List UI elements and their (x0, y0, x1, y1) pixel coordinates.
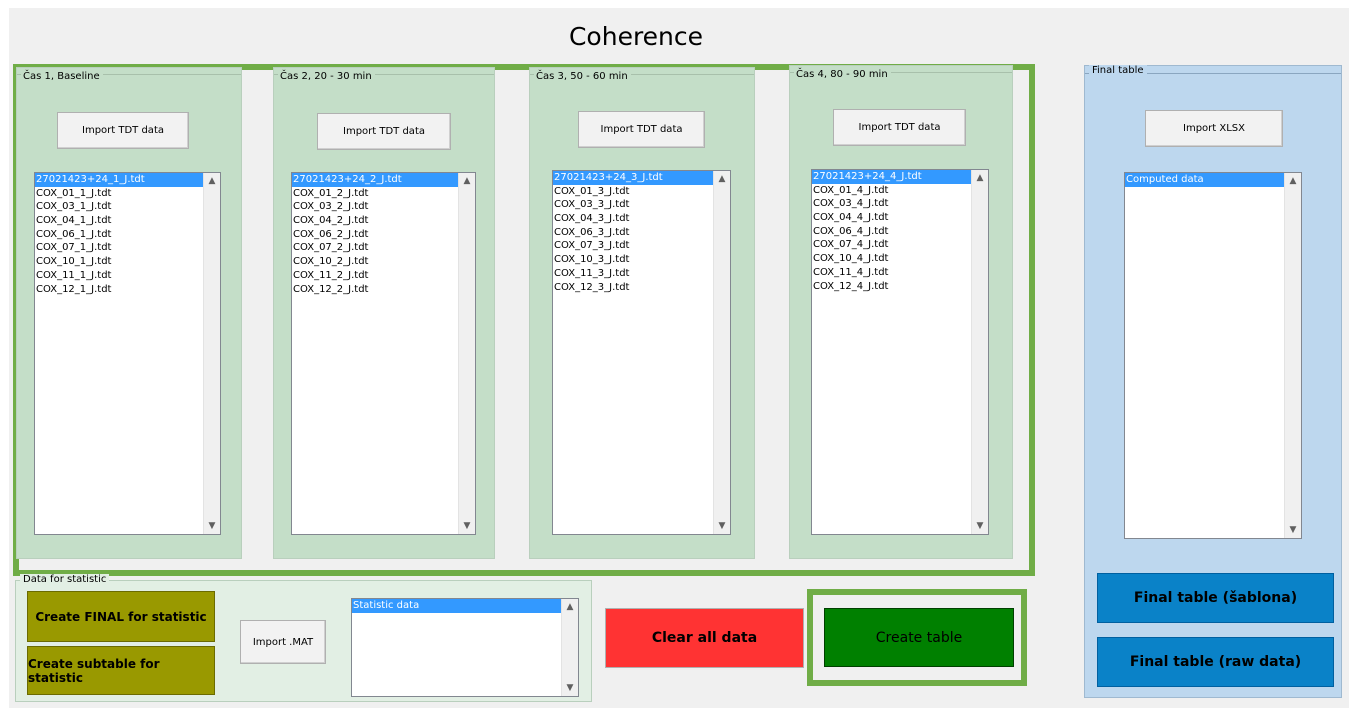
list-item[interactable]: COX_12_3_J.tdt (553, 281, 713, 295)
create-subtable-statistic-button[interactable]: Create subtable for statistic (27, 646, 215, 695)
group-label: Čas 4, 80 - 90 min (794, 69, 891, 81)
list-item[interactable]: COX_11_4_J.tdt (812, 266, 971, 280)
statistic-panel: Data for statistic Create FINAL for stat… (15, 574, 592, 702)
group-cas-1: Čas 1, Baseline Import TDT data 27021423… (16, 67, 242, 559)
list-item[interactable]: COX_01_4_J.tdt (812, 184, 971, 198)
list-item[interactable]: COX_11_2_J.tdt (292, 269, 458, 283)
chevron-down-icon[interactable]: ▼ (204, 519, 220, 533)
list-item[interactable]: COX_11_1_J.tdt (35, 269, 203, 283)
list-item[interactable]: COX_03_2_J.tdt (292, 200, 458, 214)
import-mat-button[interactable]: Import .MAT (240, 620, 326, 664)
scrollbar[interactable]: ▲ ▼ (1284, 173, 1301, 538)
group-cas-4: Čas 4, 80 - 90 min Import TDT data 27021… (789, 65, 1013, 559)
scrollbar[interactable]: ▲ ▼ (971, 170, 988, 534)
statistic-panel-label: Data for statistic (20, 574, 110, 585)
list-item[interactable]: COX_07_2_J.tdt (292, 241, 458, 255)
list-items: Statistic data (352, 599, 561, 613)
list-item[interactable]: COX_12_4_J.tdt (812, 280, 971, 294)
file-list-4[interactable]: 27021423+24_4_J.tdt COX_01_4_J.tdt COX_03_… (811, 169, 989, 535)
list-items: 27021423+24_3_J.tdt COX_01_3_J.tdt COX_03_… (553, 171, 713, 294)
final-table-label: Final table (1089, 65, 1147, 76)
file-list-3[interactable]: 27021423+24_3_J.tdt COX_01_3_J.tdt COX_03_… (552, 170, 731, 535)
import-tdt-button-1[interactable]: Import TDT data (57, 112, 189, 149)
list-item[interactable]: COX_07_3_J.tdt (553, 239, 713, 253)
scrollbar[interactable]: ▲ ▼ (713, 171, 730, 534)
list-item[interactable]: COX_04_3_J.tdt (553, 212, 713, 226)
list-item[interactable]: 27021423+24_4_J.tdt (812, 170, 971, 184)
list-item[interactable]: COX_01_2_J.tdt (292, 187, 458, 201)
list-items: Computed data (1125, 173, 1284, 187)
list-item[interactable]: COX_04_1_J.tdt (35, 214, 203, 228)
list-items: 27021423+24_2_J.tdt COX_01_2_J.tdt COX_03_… (292, 173, 458, 296)
chevron-down-icon[interactable]: ▼ (562, 681, 578, 695)
scrollbar[interactable]: ▲ ▼ (203, 173, 220, 534)
list-items: 27021423+24_4_J.tdt COX_01_4_J.tdt COX_03_… (812, 170, 971, 293)
create-final-statistic-button[interactable]: Create FINAL for statistic (27, 591, 215, 642)
list-item[interactable]: 27021423+24_1_J.tdt (35, 173, 203, 187)
group-label: Čas 1, Baseline (21, 71, 103, 83)
import-tdt-button-3[interactable]: Import TDT data (578, 111, 705, 148)
list-item[interactable]: COX_12_1_J.tdt (35, 283, 203, 297)
list-item[interactable]: COX_04_4_J.tdt (812, 211, 971, 225)
import-tdt-button-2[interactable]: Import TDT data (317, 113, 451, 150)
list-item[interactable]: COX_01_1_J.tdt (35, 187, 203, 201)
import-xlsx-button[interactable]: Import XLSX (1145, 110, 1283, 147)
import-tdt-button-4[interactable]: Import TDT data (833, 109, 966, 146)
list-item[interactable]: 27021423+24_2_J.tdt (292, 173, 458, 187)
file-list-2[interactable]: 27021423+24_2_J.tdt COX_01_2_J.tdt COX_03_… (291, 172, 476, 535)
chevron-down-icon[interactable]: ▼ (972, 519, 988, 533)
chevron-up-icon[interactable]: ▲ (562, 600, 578, 614)
chevron-up-icon[interactable]: ▲ (1285, 174, 1301, 188)
list-item[interactable]: COX_04_2_J.tdt (292, 214, 458, 228)
file-list-1[interactable]: 27021423+24_1_J.tdt COX_01_1_J.tdt COX_03_… (34, 172, 221, 535)
list-item[interactable]: COX_10_2_J.tdt (292, 255, 458, 269)
list-item[interactable]: COX_12_2_J.tdt (292, 283, 458, 297)
scrollbar[interactable]: ▲ ▼ (561, 599, 578, 696)
chevron-up-icon[interactable]: ▲ (972, 171, 988, 185)
list-item[interactable]: COX_06_1_J.tdt (35, 228, 203, 242)
scrollbar[interactable]: ▲ ▼ (458, 173, 475, 534)
statistic-list[interactable]: Statistic data ▲ ▼ (351, 598, 579, 697)
list-item[interactable]: COX_03_3_J.tdt (553, 198, 713, 212)
final-table-raw-button[interactable]: Final table (raw data) (1097, 637, 1334, 687)
final-table-panel: Final table Import XLSX Computed data ▲ … (1084, 65, 1342, 698)
list-item[interactable]: COX_01_3_J.tdt (553, 185, 713, 199)
chevron-down-icon[interactable]: ▼ (1285, 523, 1301, 537)
chevron-down-icon[interactable]: ▼ (714, 519, 730, 533)
chevron-down-icon[interactable]: ▼ (459, 519, 475, 533)
list-item[interactable]: COX_10_1_J.tdt (35, 255, 203, 269)
list-item[interactable]: COX_10_4_J.tdt (812, 252, 971, 266)
group-cas-2: Čas 2, 20 - 30 min Import TDT data 27021… (273, 67, 495, 559)
list-items: 27021423+24_1_J.tdt COX_01_1_J.tdt COX_03_… (35, 173, 203, 296)
group-cas-3: Čas 3, 50 - 60 min Import TDT data 27021… (529, 67, 755, 559)
list-item[interactable]: COX_03_1_J.tdt (35, 200, 203, 214)
chevron-up-icon[interactable]: ▲ (204, 174, 220, 188)
clear-all-data-button[interactable]: Clear all data (605, 608, 804, 668)
chevron-up-icon[interactable]: ▲ (714, 172, 730, 186)
list-item[interactable]: COX_06_3_J.tdt (553, 226, 713, 240)
list-item[interactable]: COX_06_4_J.tdt (812, 225, 971, 239)
group-label: Čas 3, 50 - 60 min (534, 71, 631, 83)
page-title: Coherence (568, 22, 704, 51)
list-item[interactable]: COX_06_2_J.tdt (292, 228, 458, 242)
list-item[interactable]: COX_10_3_J.tdt (553, 253, 713, 267)
app-window: Coherence Čas 1, Baseline Import TDT dat… (9, 8, 1349, 708)
final-table-sablona-button[interactable]: Final table (šablona) (1097, 573, 1334, 623)
chevron-up-icon[interactable]: ▲ (459, 174, 475, 188)
list-item[interactable]: 27021423+24_3_J.tdt (553, 171, 713, 185)
list-item[interactable]: COX_03_4_J.tdt (812, 197, 971, 211)
list-item[interactable]: Computed data (1125, 173, 1284, 187)
list-item[interactable]: COX_11_3_J.tdt (553, 267, 713, 281)
list-item[interactable]: COX_07_1_J.tdt (35, 241, 203, 255)
computed-data-list[interactable]: Computed data ▲ ▼ (1124, 172, 1302, 539)
create-table-button[interactable]: Create table (824, 608, 1014, 667)
list-item[interactable]: Statistic data (352, 599, 561, 613)
list-item[interactable]: COX_07_4_J.tdt (812, 238, 971, 252)
group-label: Čas 2, 20 - 30 min (278, 71, 375, 83)
